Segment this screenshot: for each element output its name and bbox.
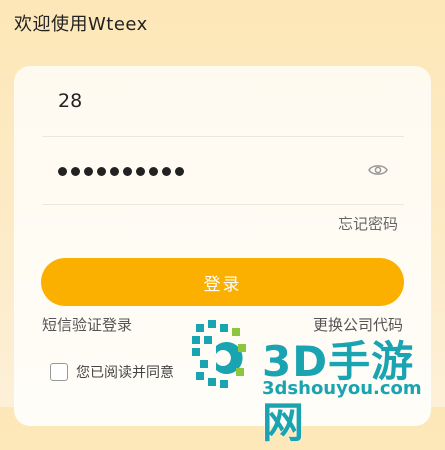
sms-login-link[interactable]: 短信验证登录 [42,314,132,335]
password-dot [84,167,93,176]
watermark-logo-icon [192,320,246,388]
password-dot [149,167,158,176]
watermark-url: 3dshouyou.com [262,378,422,399]
password-dot [123,167,132,176]
password-dot [162,167,171,176]
password-dot [110,167,119,176]
eye-icon[interactable] [368,163,388,177]
password-dot [136,167,145,176]
checkbox-icon[interactable] [50,363,68,381]
account-field[interactable]: 28 [42,70,404,137]
agreement-text: 您已阅读并同意 [76,365,174,381]
password-dot [97,167,106,176]
account-input-value[interactable]: 28 [58,90,82,112]
agreement-row: 您已阅读并同意 [50,362,174,382]
login-button[interactable]: 登录 [41,258,404,306]
password-dot [71,167,80,176]
password-mask[interactable] [58,167,184,176]
password-field[interactable] [42,138,404,205]
forgot-password-link[interactable]: 忘记密码 [338,213,398,234]
password-dot [175,167,184,176]
password-dot [58,167,67,176]
welcome-title: 欢迎使用Wteex [14,14,148,35]
